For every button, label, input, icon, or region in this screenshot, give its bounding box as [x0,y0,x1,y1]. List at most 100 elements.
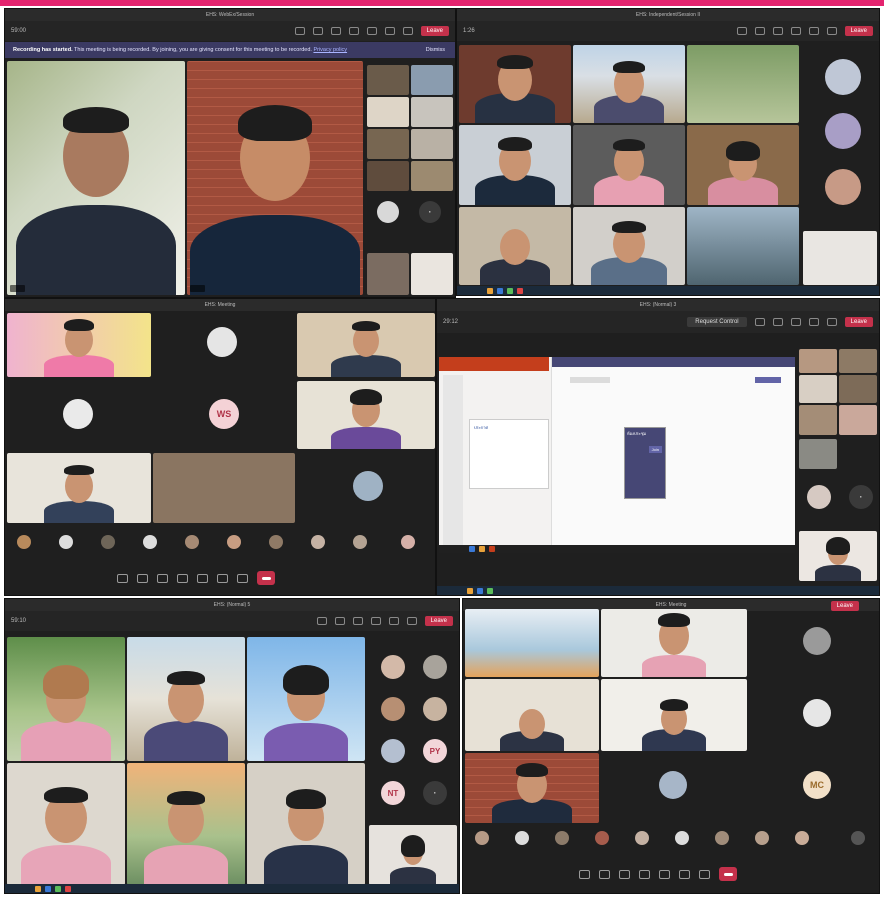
slide-thumbnails [443,375,463,545]
camera-icon[interactable] [808,318,819,326]
more-icon[interactable] [348,27,359,35]
more-icon[interactable] [790,318,801,326]
people-icon[interactable] [177,573,188,583]
window-title: EHS: (Normal) 5 [5,599,459,611]
chat-icon[interactable] [619,869,630,879]
leave-button[interactable]: Leave [844,26,873,36]
meeting-timer: 29:12 [443,319,459,325]
mic-icon[interactable] [217,573,228,583]
chat-icon[interactable] [754,27,765,35]
thumbnail-tile [799,349,837,373]
banner-title: Recording has started. [13,47,73,53]
slide-header: ประกาศ [474,425,489,430]
participant-avatar [423,655,447,679]
participant-avatar [381,739,405,763]
mic-icon[interactable] [826,318,837,326]
thumbnail-tile [803,231,877,285]
calendar-popup: ห้องประชุม Join [624,427,666,499]
meeting-toolbar: 1:26 Leave [457,21,879,41]
leave-button[interactable]: Leave [830,601,859,611]
video-tile [7,453,151,523]
more-participants-button[interactable]: · [849,485,873,509]
share-icon[interactable] [402,27,413,35]
more-icon[interactable] [790,27,801,35]
thumbnail-tile [367,97,409,127]
thumbnail-tile [369,825,457,885]
thumbnail-tile [839,349,877,373]
people-icon[interactable] [736,27,747,35]
mic-icon[interactable] [406,617,417,625]
people-icon[interactable] [294,27,305,35]
camera-icon[interactable] [366,27,377,35]
raise-hand-icon[interactable] [772,27,783,35]
roster-avatar [311,535,325,549]
share-icon[interactable] [237,573,248,583]
window-title: EHS: (Normal) 3 [437,299,879,311]
reactions-icon[interactable] [137,573,148,583]
hang-up-button[interactable] [719,867,737,881]
more-icon[interactable] [370,617,381,625]
thumbnail-tile [799,531,877,581]
video-tile [7,313,151,377]
participant-avatar [807,485,831,509]
roster-avatar [515,831,529,845]
video-tile [573,207,685,285]
mic-icon[interactable] [679,869,690,879]
thumbnail-tile [411,253,453,295]
roster-avatar [101,535,115,549]
roster-avatar [555,831,569,845]
video-tile [601,679,747,751]
people-icon[interactable] [639,869,650,879]
camera-icon[interactable] [808,27,819,35]
window-title: EHS: Meeting [5,299,435,311]
meeting-window-6: EHS: Meeting Leave MC [462,598,880,894]
call-controls [117,571,275,585]
more-icon[interactable] [579,869,590,879]
leave-button[interactable]: Leave [420,26,449,36]
roster-avatar [185,535,199,549]
video-tile [247,763,365,885]
video-tile [459,207,571,285]
participant-avatar [381,697,405,721]
share-icon[interactable] [699,869,710,879]
roster-avatar [635,831,649,845]
reactions-icon[interactable] [599,869,610,879]
roster-avatar [227,535,241,549]
chat-icon[interactable] [157,573,168,583]
thumbnail-tile [367,253,409,295]
popup-join-button[interactable]: Join [648,446,662,453]
more-participants-button[interactable]: · [423,781,447,805]
meeting-toolbar: 59:00 Leave [5,21,455,41]
privacy-link[interactable]: Privacy policy [313,47,347,53]
video-tile [7,61,185,295]
thumbnail-tile [411,97,453,127]
meeting-timer: 59:00 [11,28,27,34]
people-icon[interactable] [316,617,327,625]
raise-hand-icon[interactable] [330,27,341,35]
dismiss-button[interactable]: Dismiss [426,42,445,58]
raise-hand-icon[interactable] [352,617,363,625]
thumbnail-tile [799,439,837,469]
meeting-window-4: EHS: (Normal) 3 29:12 Request Control Le… [436,298,880,596]
more-icon[interactable] [117,573,128,583]
mic-icon[interactable] [384,27,395,35]
camera-icon[interactable] [197,573,208,583]
roster-avatar [715,831,729,845]
request-control-button[interactable]: Request Control [687,317,747,327]
more-participants-button[interactable]: · [419,201,441,223]
window-title: EHS: Independent/Session II [457,9,879,21]
hang-up-button[interactable] [257,571,275,585]
people-icon[interactable] [754,318,765,326]
chat-icon[interactable] [772,318,783,326]
leave-button[interactable]: Leave [424,616,453,626]
shared-taskbar [439,545,795,553]
camera-icon[interactable] [388,617,399,625]
chat-icon[interactable] [312,27,323,35]
leave-button[interactable]: Leave [844,317,873,327]
camera-icon[interactable] [659,869,670,879]
video-tile [465,753,599,823]
video-tile [247,637,365,761]
mic-icon[interactable] [826,27,837,35]
call-controls [579,867,737,881]
chat-icon[interactable] [334,617,345,625]
